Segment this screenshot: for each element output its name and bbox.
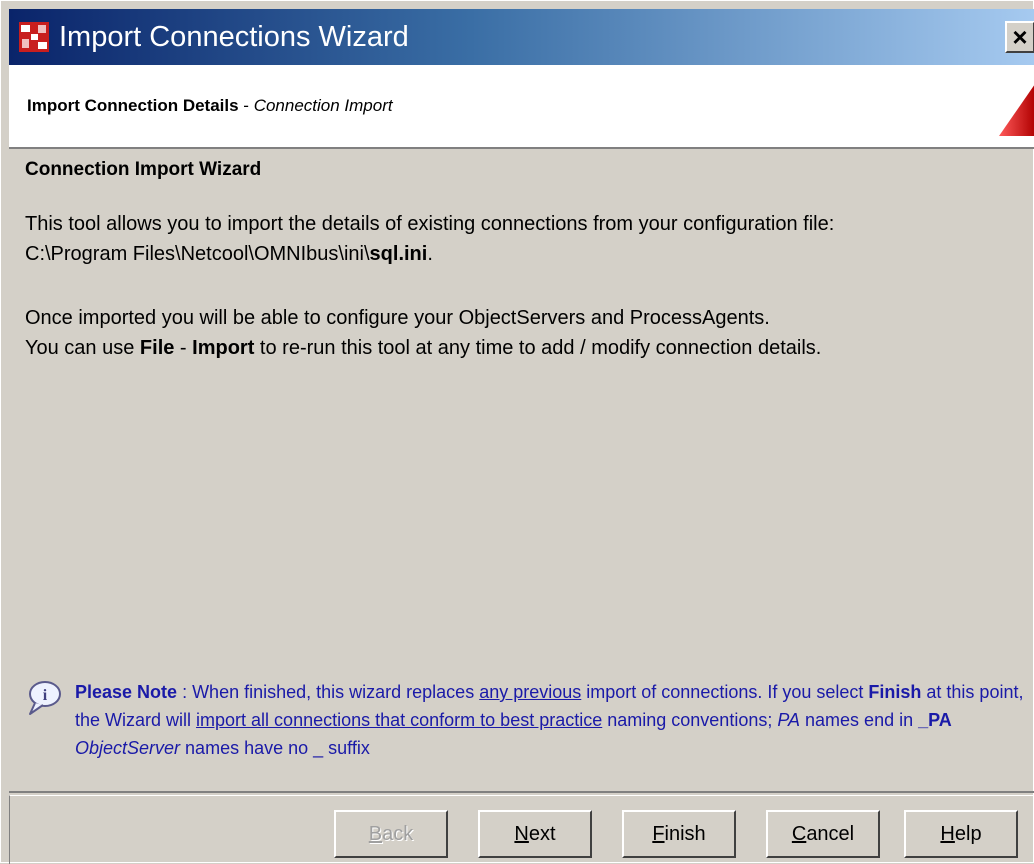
button-bar: Back Next Finish Cancel Help [9, 791, 1034, 864]
red-triangle-icon [999, 85, 1034, 136]
usage-pre: You can use [25, 337, 140, 359]
window-title: Import Connections Wizard [59, 21, 409, 53]
note-label: Please Note [75, 682, 178, 702]
help-accelerator: H [940, 822, 955, 845]
header-title-step: Connection Import [253, 96, 393, 115]
config-path: C:\Program Files\Netcool\OMNIbus\ini\ [25, 243, 370, 265]
usage-line-1: Once imported you will be able to config… [25, 307, 770, 329]
import-wizard-app-icon [19, 22, 49, 52]
next-accelerator: N [514, 822, 529, 845]
svg-text:i: i [43, 687, 48, 704]
note-text-5: names end in [800, 710, 919, 730]
usage-line-2: You can use File - Import to re-run this… [25, 333, 821, 363]
cancel-accelerator: C [791, 822, 807, 845]
note-link-best-practice: import all connections that conform to b… [196, 710, 603, 730]
header-title: Import Connection Details - Connection I… [27, 96, 393, 116]
info-balloon-icon: i [29, 681, 61, 715]
cancel-button[interactable]: Cancel [766, 810, 880, 858]
close-icon: × [1012, 22, 1028, 52]
note-pa: PA [777, 710, 801, 730]
note-text-1: : When finished, this wizard replaces [177, 682, 480, 702]
usage-menu-import: Import [192, 337, 255, 359]
config-path-end: . [427, 243, 433, 265]
note-finish: Finish [868, 682, 922, 702]
import-connections-wizard-window: Import Connections Wizard × Import Conne… [0, 0, 1034, 864]
section-heading: Connection Import Wizard [25, 159, 262, 180]
wizard-header: Import Connection Details - Connection I… [9, 65, 1034, 149]
header-title-bold: Import Connection Details [27, 96, 239, 115]
button-bar-inner: Back Next Finish Cancel Help [9, 795, 1034, 864]
note-text-2: import of connections. If you select [581, 682, 869, 702]
note-link-any-previous: any previous [479, 682, 582, 702]
back-button[interactable]: Back [334, 810, 448, 858]
next-label: ext [528, 822, 556, 845]
cancel-label: ancel [806, 822, 855, 845]
note-text: Please Note : When finished, this wizard… [75, 678, 1025, 762]
note-objectserver: ObjectServer [75, 738, 181, 758]
finish-button[interactable]: Finish [622, 810, 736, 858]
config-filename: sql.ini [369, 243, 428, 265]
wizard-content: Connection Import Wizard This tool allow… [9, 151, 1029, 791]
intro-paragraph: This tool allows you to import the detai… [25, 209, 834, 269]
note-suffix: _PA [918, 710, 952, 730]
header-title-separator: - [238, 96, 254, 115]
next-button[interactable]: Next [478, 810, 592, 858]
note-text-7: names have no _ suffix [180, 738, 370, 758]
usage-paragraph: Once imported you will be able to config… [25, 303, 821, 363]
back-label: ack [382, 822, 414, 845]
finish-accelerator: F [652, 822, 665, 845]
usage-sep: - [174, 337, 193, 359]
intro-line-1: This tool allows you to import the detai… [25, 213, 835, 235]
config-file-path: C:\Program Files\Netcool\OMNIbus\ini\sql… [25, 239, 834, 269]
help-label: elp [954, 822, 982, 845]
finish-label: inish [664, 822, 706, 845]
title-bar[interactable]: Import Connections Wizard × [9, 9, 1034, 65]
back-accelerator: B [368, 822, 383, 845]
usage-post: to re-run this tool at any time to add /… [254, 337, 822, 359]
usage-menu-file: File [139, 337, 175, 359]
help-button[interactable]: Help [904, 810, 1018, 858]
note-text-4: naming conventions; [602, 710, 778, 730]
close-button[interactable]: × [1005, 21, 1034, 53]
